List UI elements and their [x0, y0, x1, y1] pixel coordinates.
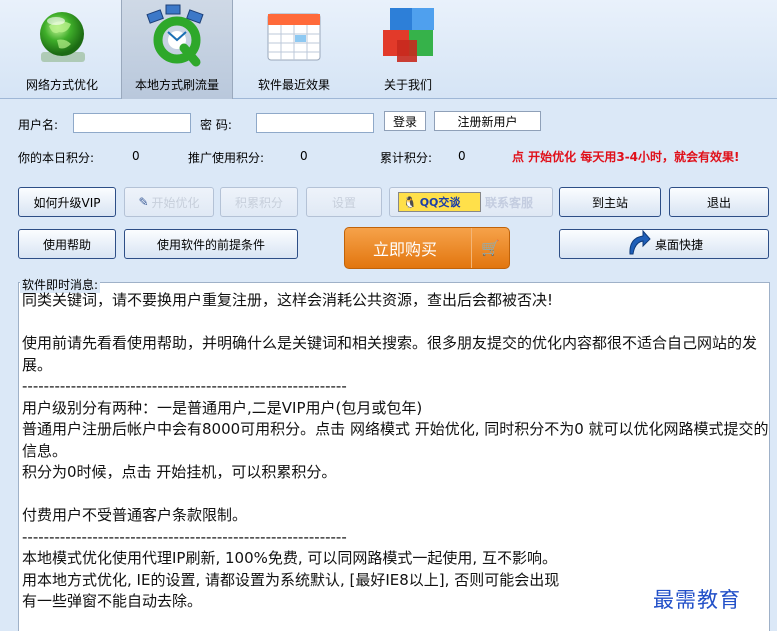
cubes-icon: [375, 4, 441, 70]
desktop-shortcut-button[interactable]: 桌面快捷: [559, 229, 769, 259]
tab-label: 软件最近效果: [257, 78, 330, 92]
network-q-icon: [144, 4, 210, 70]
exit-button[interactable]: 退出: [669, 187, 769, 217]
contact-service-button[interactable]: 🐧 QQ交谈 联系客服: [389, 187, 553, 217]
total-points-value: 0: [458, 149, 466, 163]
start-hint: 点 开始优化 每天用3-4小时，就会有效果!: [512, 150, 740, 164]
earn-points-button[interactable]: 积累积分: [220, 187, 298, 217]
top-tab-bar: 网络方式优化 本地方式刷流量 软件最近效果 关于我们: [0, 0, 777, 99]
tab-label: 关于我们: [383, 78, 432, 92]
message-text: 同类关键词，请不要换用户重复注册，这样会消耗公共资源，查出后会都被否决! 使用前…: [22, 291, 769, 610]
today-points-label: 你的本日积分:: [18, 151, 95, 165]
settings-button[interactable]: 设置: [306, 187, 382, 217]
buy-now-button[interactable]: 立即购买 🛒: [344, 227, 510, 269]
tab-about-us[interactable]: 关于我们: [352, 0, 464, 99]
tab-network-optimize[interactable]: 网络方式优化: [6, 0, 118, 99]
buy-now-label: 立即购买: [373, 240, 438, 259]
upgrade-vip-button[interactable]: 如何升级VIP: [18, 187, 116, 217]
qq-chat-badge: 🐧 QQ交谈: [398, 192, 481, 212]
shortcut-arrow-icon: [625, 229, 651, 259]
promo-points-value: 0: [300, 149, 308, 163]
go-home-button[interactable]: 到主站: [559, 187, 661, 217]
password-input[interactable]: [256, 113, 374, 133]
username-input[interactable]: [73, 113, 191, 133]
qq-penguin-icon: 🐧: [403, 195, 417, 209]
login-button[interactable]: 登录: [384, 111, 426, 131]
cart-icon: 🛒: [471, 228, 509, 268]
register-button[interactable]: 注册新用户: [434, 111, 541, 131]
pen-icon: ✎: [138, 195, 149, 209]
tab-recent-effect[interactable]: 软件最近效果: [238, 0, 350, 99]
prerequisites-button[interactable]: 使用软件的前提条件: [124, 229, 298, 259]
tab-local-traffic[interactable]: 本地方式刷流量: [121, 0, 233, 99]
contact-service-label: 联系客服: [485, 195, 534, 210]
qq-badge-label: QQ交谈: [419, 196, 461, 209]
total-points-label: 累计积分:: [380, 151, 433, 165]
username-label: 用户名:: [18, 118, 59, 132]
password-label: 密 码:: [200, 118, 232, 132]
calendar-icon: [261, 4, 327, 70]
help-button[interactable]: 使用帮助: [18, 229, 116, 259]
tab-label: 本地方式刷流量: [134, 78, 219, 92]
start-optimize-label: 开始优化: [151, 195, 200, 210]
desktop-shortcut-label: 桌面快捷: [654, 237, 703, 252]
start-optimize-button[interactable]: ✎ 开始优化: [124, 187, 214, 217]
watermark: 最需教育: [653, 588, 741, 612]
globe-icon: [29, 4, 95, 70]
today-points-value: 0: [132, 149, 140, 163]
tab-label: 网络方式优化: [25, 78, 98, 92]
promo-points-label: 推广使用积分:: [188, 151, 265, 165]
